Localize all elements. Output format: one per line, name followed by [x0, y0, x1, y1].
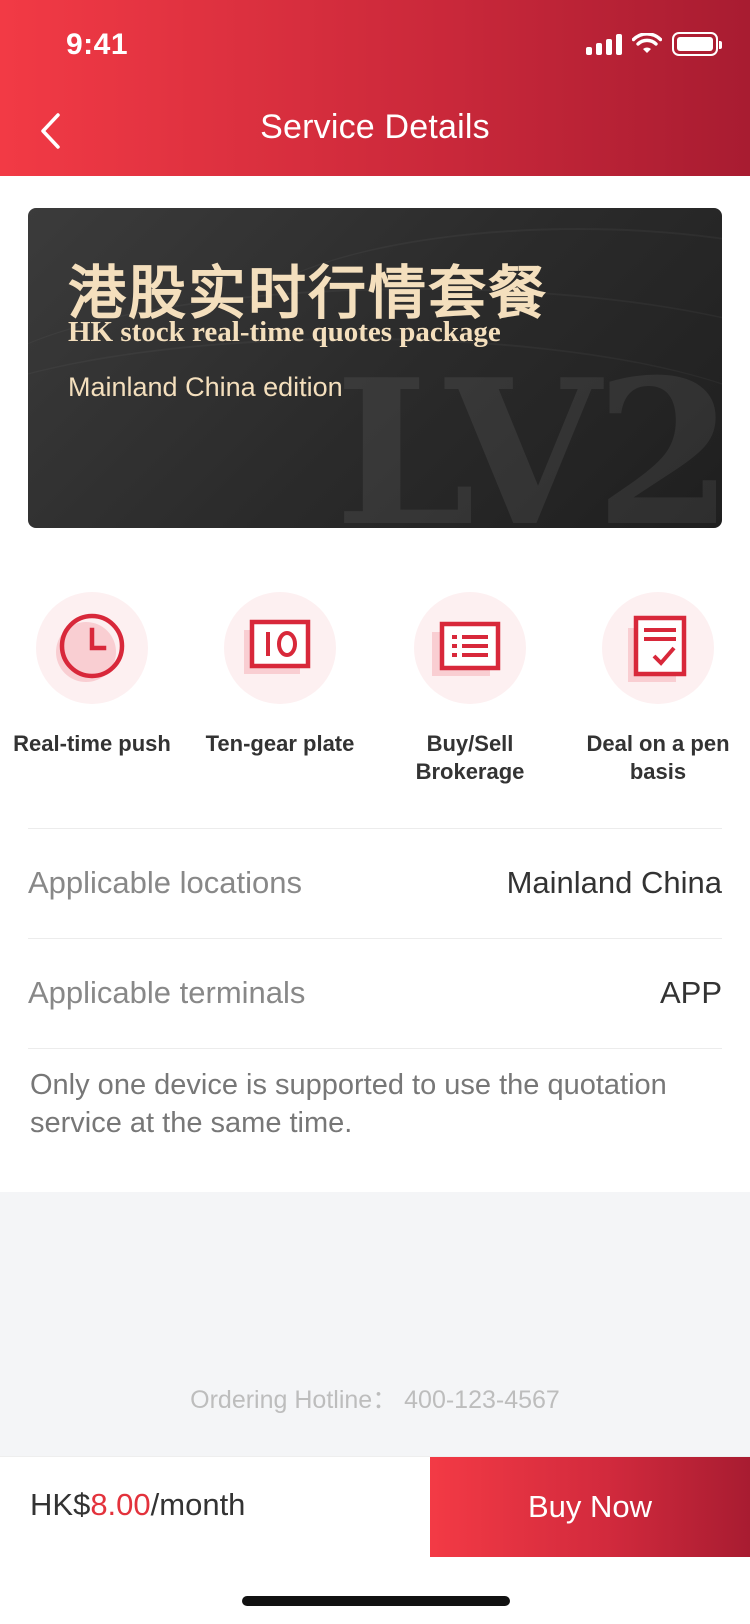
locations-value: Mainland China	[506, 865, 722, 900]
feature-label: Ten-gear plate	[205, 731, 355, 756]
device-notice: Only one device is supported to use the …	[30, 1069, 667, 1139]
feature-ten-gear-plate: Ten-gear plate	[190, 592, 370, 758]
banner-edition: Mainland China edition	[68, 372, 343, 402]
banner-title-en: HK stock real-time quotes package	[68, 316, 501, 348]
status-icons	[586, 32, 722, 56]
feature-deal-pen-basis: Deal on a pen basis	[568, 592, 748, 786]
feature-list: Real-time push Ten-gear plate Buy/Sell B…	[0, 592, 750, 792]
status-time: 9:41	[66, 28, 129, 61]
terminals-value: APP	[659, 975, 722, 1010]
terminals-label: Applicable terminals	[28, 975, 306, 1010]
terminals-row: Applicable terminals APP	[28, 939, 722, 1047]
price-display: HK$8.00/month	[30, 1487, 245, 1523]
wifi-icon	[632, 33, 662, 53]
price-currency: HK$	[30, 1487, 91, 1522]
price-period: /month	[150, 1487, 246, 1522]
feature-realtime-push: Real-time push	[2, 592, 182, 758]
signal-icon	[586, 33, 622, 55]
list-icon	[432, 621, 501, 676]
page-title: Service Details	[260, 108, 490, 146]
locations-label: Applicable locations	[28, 865, 303, 900]
feature-buy-sell-brokerage: Buy/Sell Brokerage	[380, 592, 560, 786]
buy-now-button[interactable]: Buy Now	[430, 1457, 750, 1557]
locations-row: Applicable locations Mainland China	[28, 829, 722, 937]
price-amount: 8.00	[90, 1487, 151, 1522]
feature-label: Deal on a pen basis	[586, 731, 730, 784]
feature-label: Real-time push	[13, 731, 171, 756]
checklist-icon	[628, 615, 687, 682]
clock-icon	[56, 613, 125, 682]
feature-label: Buy/Sell Brokerage	[415, 731, 525, 784]
content-area: LV2 港股实时行情套餐 HK stock real-time quotes p…	[0, 176, 750, 1192]
banner-watermark: LV2	[334, 336, 722, 529]
header-bar: 9:41 Service Details	[0, 0, 750, 176]
home-indicator	[242, 1596, 510, 1606]
battery-icon	[672, 32, 722, 56]
ordering-hotline[interactable]: Ordering Hotline： 400-123-4567	[0, 1380, 750, 1416]
package-banner: LV2 港股实时行情套餐 HK stock real-time quotes p…	[28, 208, 722, 528]
divider	[28, 1048, 722, 1049]
ten-gear-icon	[244, 619, 311, 674]
